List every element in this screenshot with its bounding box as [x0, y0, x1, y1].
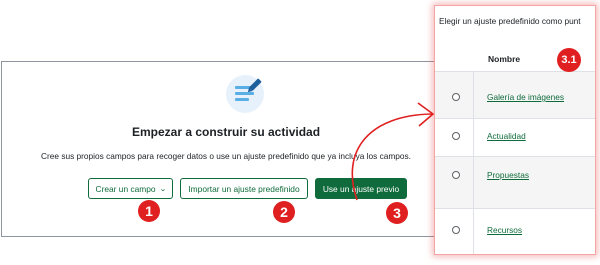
step-badge-3-1: 3.1	[557, 48, 581, 72]
preset-panel: Elegir un ajuste predefinido como punt N…	[434, 5, 596, 255]
divider	[473, 157, 474, 208]
chevron-down-icon: ⌄	[158, 185, 167, 193]
radio-button[interactable]	[452, 132, 460, 140]
step-badge-3: 3	[386, 202, 408, 224]
preset-row[interactable]: Galería de imágenes	[435, 71, 595, 118]
radio-button[interactable]	[452, 93, 460, 101]
preset-row[interactable]: Actualidad	[435, 118, 595, 156]
use-preset-button[interactable]: Use un ajuste previo	[315, 178, 407, 199]
import-preset-button[interactable]: Importar un ajuste predefinido	[180, 178, 308, 199]
step-badge-2: 2	[273, 201, 295, 223]
create-field-button[interactable]: Crear un campo ⌄	[88, 178, 173, 199]
panel-header: Elegir un ajuste predefinido como punt	[439, 16, 581, 26]
card-description: Cree sus propios campos para recoger dat…	[41, 151, 411, 161]
radio-button[interactable]	[452, 171, 460, 179]
preset-link[interactable]: Recursos	[487, 225, 522, 235]
create-field-label: Crear un campo	[95, 183, 156, 194]
preset-row[interactable]: Recursos	[435, 208, 595, 254]
preset-link[interactable]: Actualidad	[487, 131, 526, 141]
divider	[473, 72, 474, 118]
divider	[473, 209, 474, 254]
preset-link[interactable]: Propuestas	[487, 170, 529, 180]
preset-link[interactable]: Galería de imágenes	[487, 92, 564, 102]
column-header-name: Nombre	[488, 54, 521, 64]
import-preset-label: Importar un ajuste predefinido	[188, 183, 300, 194]
form-edit-icon	[226, 75, 264, 113]
radio-button[interactable]	[452, 226, 460, 234]
preset-row[interactable]: Propuestas	[435, 156, 595, 208]
use-preset-label: Use un ajuste previo	[322, 183, 400, 194]
divider	[473, 119, 474, 156]
step-badge-1: 1	[138, 200, 160, 222]
card-title: Empezar a construir su actividad	[131, 125, 321, 139]
